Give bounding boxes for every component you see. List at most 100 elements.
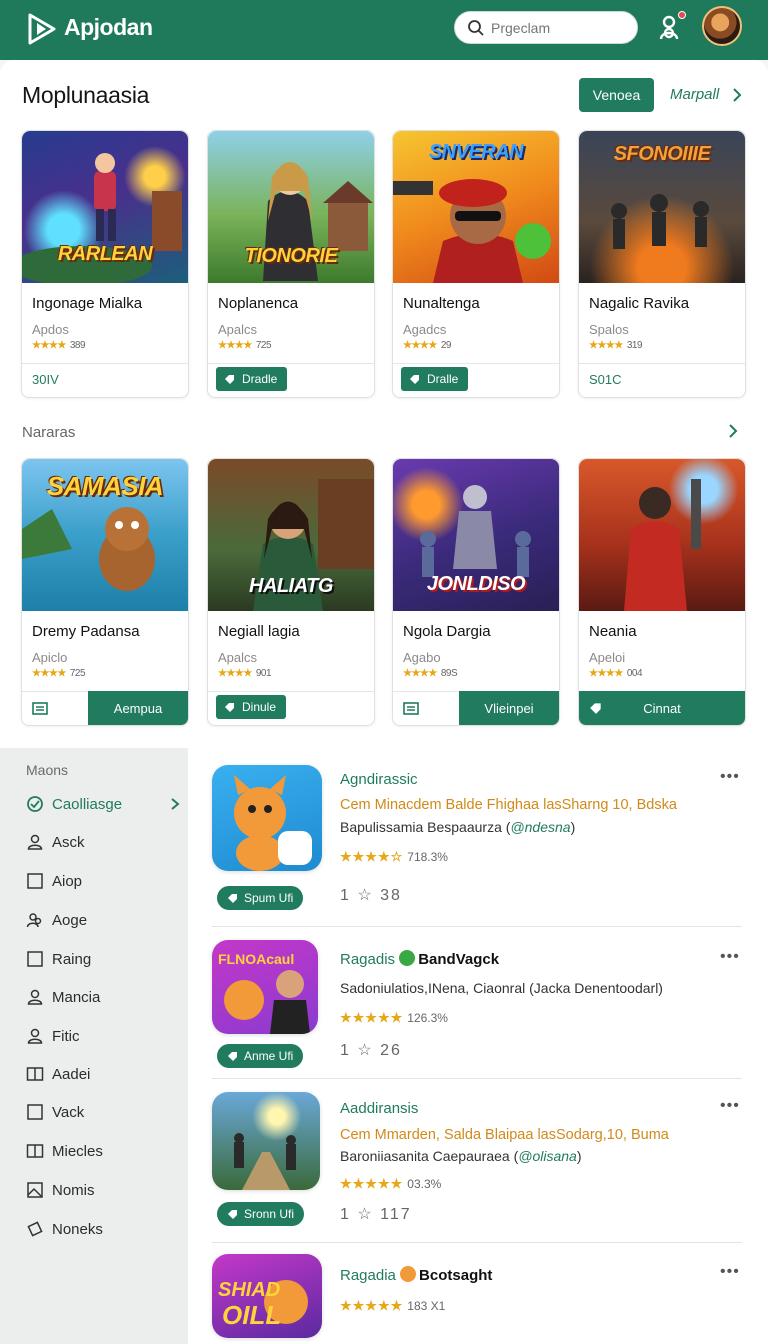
game-card[interactable]: SAMASIA Dremy Padansa Apiclo ★★★★ 725 Aem… [21,458,189,726]
wishlist-icon[interactable] [32,700,48,716]
more-options-icon[interactable]: ••• [720,948,740,966]
game-card[interactable]: Neania Apeloi ★★★★ 004 Cinnat [578,458,746,726]
app-icon: FLNOAcaul [212,940,318,1034]
search-bar[interactable] [454,11,638,44]
game-category: Apdos [32,322,69,337]
chevron-right-icon[interactable] [727,423,739,439]
app-logo-icon[interactable] [24,11,60,47]
app-stats: 1 ☆ 38 [340,887,402,904]
game-card[interactable]: SNVERAN Nunaltenga Agadcs ★★★★ 29 Dralle [392,130,560,398]
app-name[interactable]: Apjodan [64,14,153,41]
game-logo-text: RARLEAN [57,243,153,265]
icon-lettering: SHIAD [218,1279,280,1301]
install-label: Dinule [242,700,277,714]
get-button[interactable]: Spum Ufi [217,886,304,910]
featured-section-title: Moplunaasia [22,82,150,108]
square-icon [27,1104,43,1120]
category-sidebar: Maons Caolliasge Asck Aiop Aoge Raing Ma… [0,748,188,1344]
app-icon [212,765,322,871]
rocket-icon [228,1052,237,1061]
game-rating: ★★★★ 29 [403,340,451,351]
install-label: Dradle [242,372,278,386]
square-icon [27,873,43,889]
game-price[interactable]: 30IV [32,372,59,387]
sidebar-item-raing[interactable]: Raing [26,947,91,971]
sidebar-item-noneks[interactable]: Noneks [26,1217,103,1241]
more-options-icon[interactable]: ••• [720,1263,740,1281]
rocket-icon [228,894,237,903]
list-item[interactable]: Sronn Ufi Aaddiransis Cem Mmarden, Salda… [212,1092,744,1232]
game-card[interactable]: HALIATG Negiall lagia Apalcs ★★★★ 901 Din… [207,458,375,726]
chevron-right-icon[interactable] [170,797,180,811]
app-rating: ★★★★★ 126.3% [340,1010,448,1025]
more-link[interactable]: Marpall [670,86,719,103]
app-developer: Baroniiasanita Caepauraea (@olisana) [340,1148,582,1164]
game-card[interactable]: SFONOIIIE Nagalic Ravika Spalos ★★★★ 319 … [578,130,746,398]
app-rating: ★★★★★ 03.3% [340,1176,442,1191]
game-artwork: JONLDISO [393,459,559,611]
sidebar-item-aadei[interactable]: Aadei [26,1062,90,1086]
get-button[interactable]: Sronn Ufi [217,1202,305,1226]
more-options-icon[interactable]: ••• [720,1097,740,1115]
game-card[interactable]: JONLDISO Ngola Dargia Agabo ★★★★ 89S Vlie… [392,458,560,726]
game-rating: ★★★★ 725 [32,668,86,679]
user-avatar[interactable] [702,6,742,46]
chevron-right-icon[interactable] [731,87,743,103]
divider [212,1242,742,1243]
game-card[interactable]: RARLEAN Ingonage Mialka Apdos ★★★★ 389 30… [21,130,189,398]
sidebar-item-miecles[interactable]: Miecles [26,1139,103,1163]
game-logo-text: HALIATG [249,575,333,597]
icon-lettering: FLNOAcaul [218,951,294,967]
secondary-section-title: Nararas [22,424,76,441]
sidebar-item-nomis[interactable]: Nomis [26,1178,95,1202]
action-label: Cinnat [643,700,681,716]
list-item[interactable]: Spum Ufi Agndirassic Cem Minacdem Balde … [212,765,744,915]
list-item[interactable]: FLNOAcaul Anme Ufi Ragadis BandVagck Sad… [212,940,744,1070]
app-developer: Sadoniulatios,INena, Ciaonral (Jacka Den… [340,980,663,996]
search-input[interactable] [491,18,631,38]
install-button[interactable]: Dinule [216,695,287,719]
game-category: Spalos [589,322,629,337]
app-developer: Bapulissamia Bespaaurza (@ndesna) [340,819,576,835]
wishlist-icon[interactable] [403,700,419,716]
get-button[interactable]: Anme Ufi [217,1044,304,1068]
install-button[interactable]: Dralle [401,367,469,391]
game-logo-text: TIONORIE [244,245,338,267]
game-logo-text: JONLDISO [426,573,526,595]
sidebar-item-asck[interactable]: Asck [26,830,85,854]
sidebar-item-mancia[interactable]: Mancia [26,985,100,1009]
app-name: Aaddiransis [340,1100,419,1117]
sidebar-item-fitic[interactable]: Fitic [26,1024,80,1048]
user-icon [27,989,43,1005]
game-category: Apeloi [589,650,626,665]
game-logo-text: SAMASIA [46,471,164,501]
game-price[interactable]: S01C [589,372,622,387]
sidebar-item-aiop[interactable]: Aiop [26,869,82,893]
view-button[interactable]: Venoea [579,78,654,112]
app-rating: ★★★★☆ 718.3% [340,849,448,864]
sidebar-item-vack[interactable]: Vack [26,1100,84,1124]
group-icon [26,913,42,928]
game-title: Neania [589,623,637,640]
game-card[interactable]: TIONORIE Noplanenca Apalcs ★★★★ 725 Dradl… [207,130,375,398]
list-item[interactable]: SHIAD OILL Ragadia Bcotsaght ★★★★★ 183 X1… [212,1254,744,1342]
divider [212,926,742,927]
more-options-icon[interactable]: ••• [720,768,740,786]
notifications-button[interactable] [656,11,686,43]
rocket-icon [225,375,234,384]
action-button[interactable]: Cinnat [579,691,745,725]
game-rating: ★★★★ 725 [218,340,272,351]
game-rating: ★★★★ 389 [32,340,86,351]
app-name: Agndirassic [340,771,418,788]
install-button[interactable]: Dradle [216,367,288,391]
sidebar-item-caolliasge[interactable]: Caolliasge [26,792,122,816]
divider [212,1078,742,1079]
action-button[interactable]: Aempua [88,691,188,725]
sidebar-item-aoge[interactable]: Aoge [26,908,87,932]
app-rating: ★★★★★ 183 X1 [340,1298,446,1313]
mascot-illustration: FLNOAcaul [218,951,310,1034]
rocket-icon [590,703,601,714]
action-button[interactable]: Vlieinpei [459,691,559,725]
tag-icon [27,1221,43,1237]
category-icon [27,796,43,812]
